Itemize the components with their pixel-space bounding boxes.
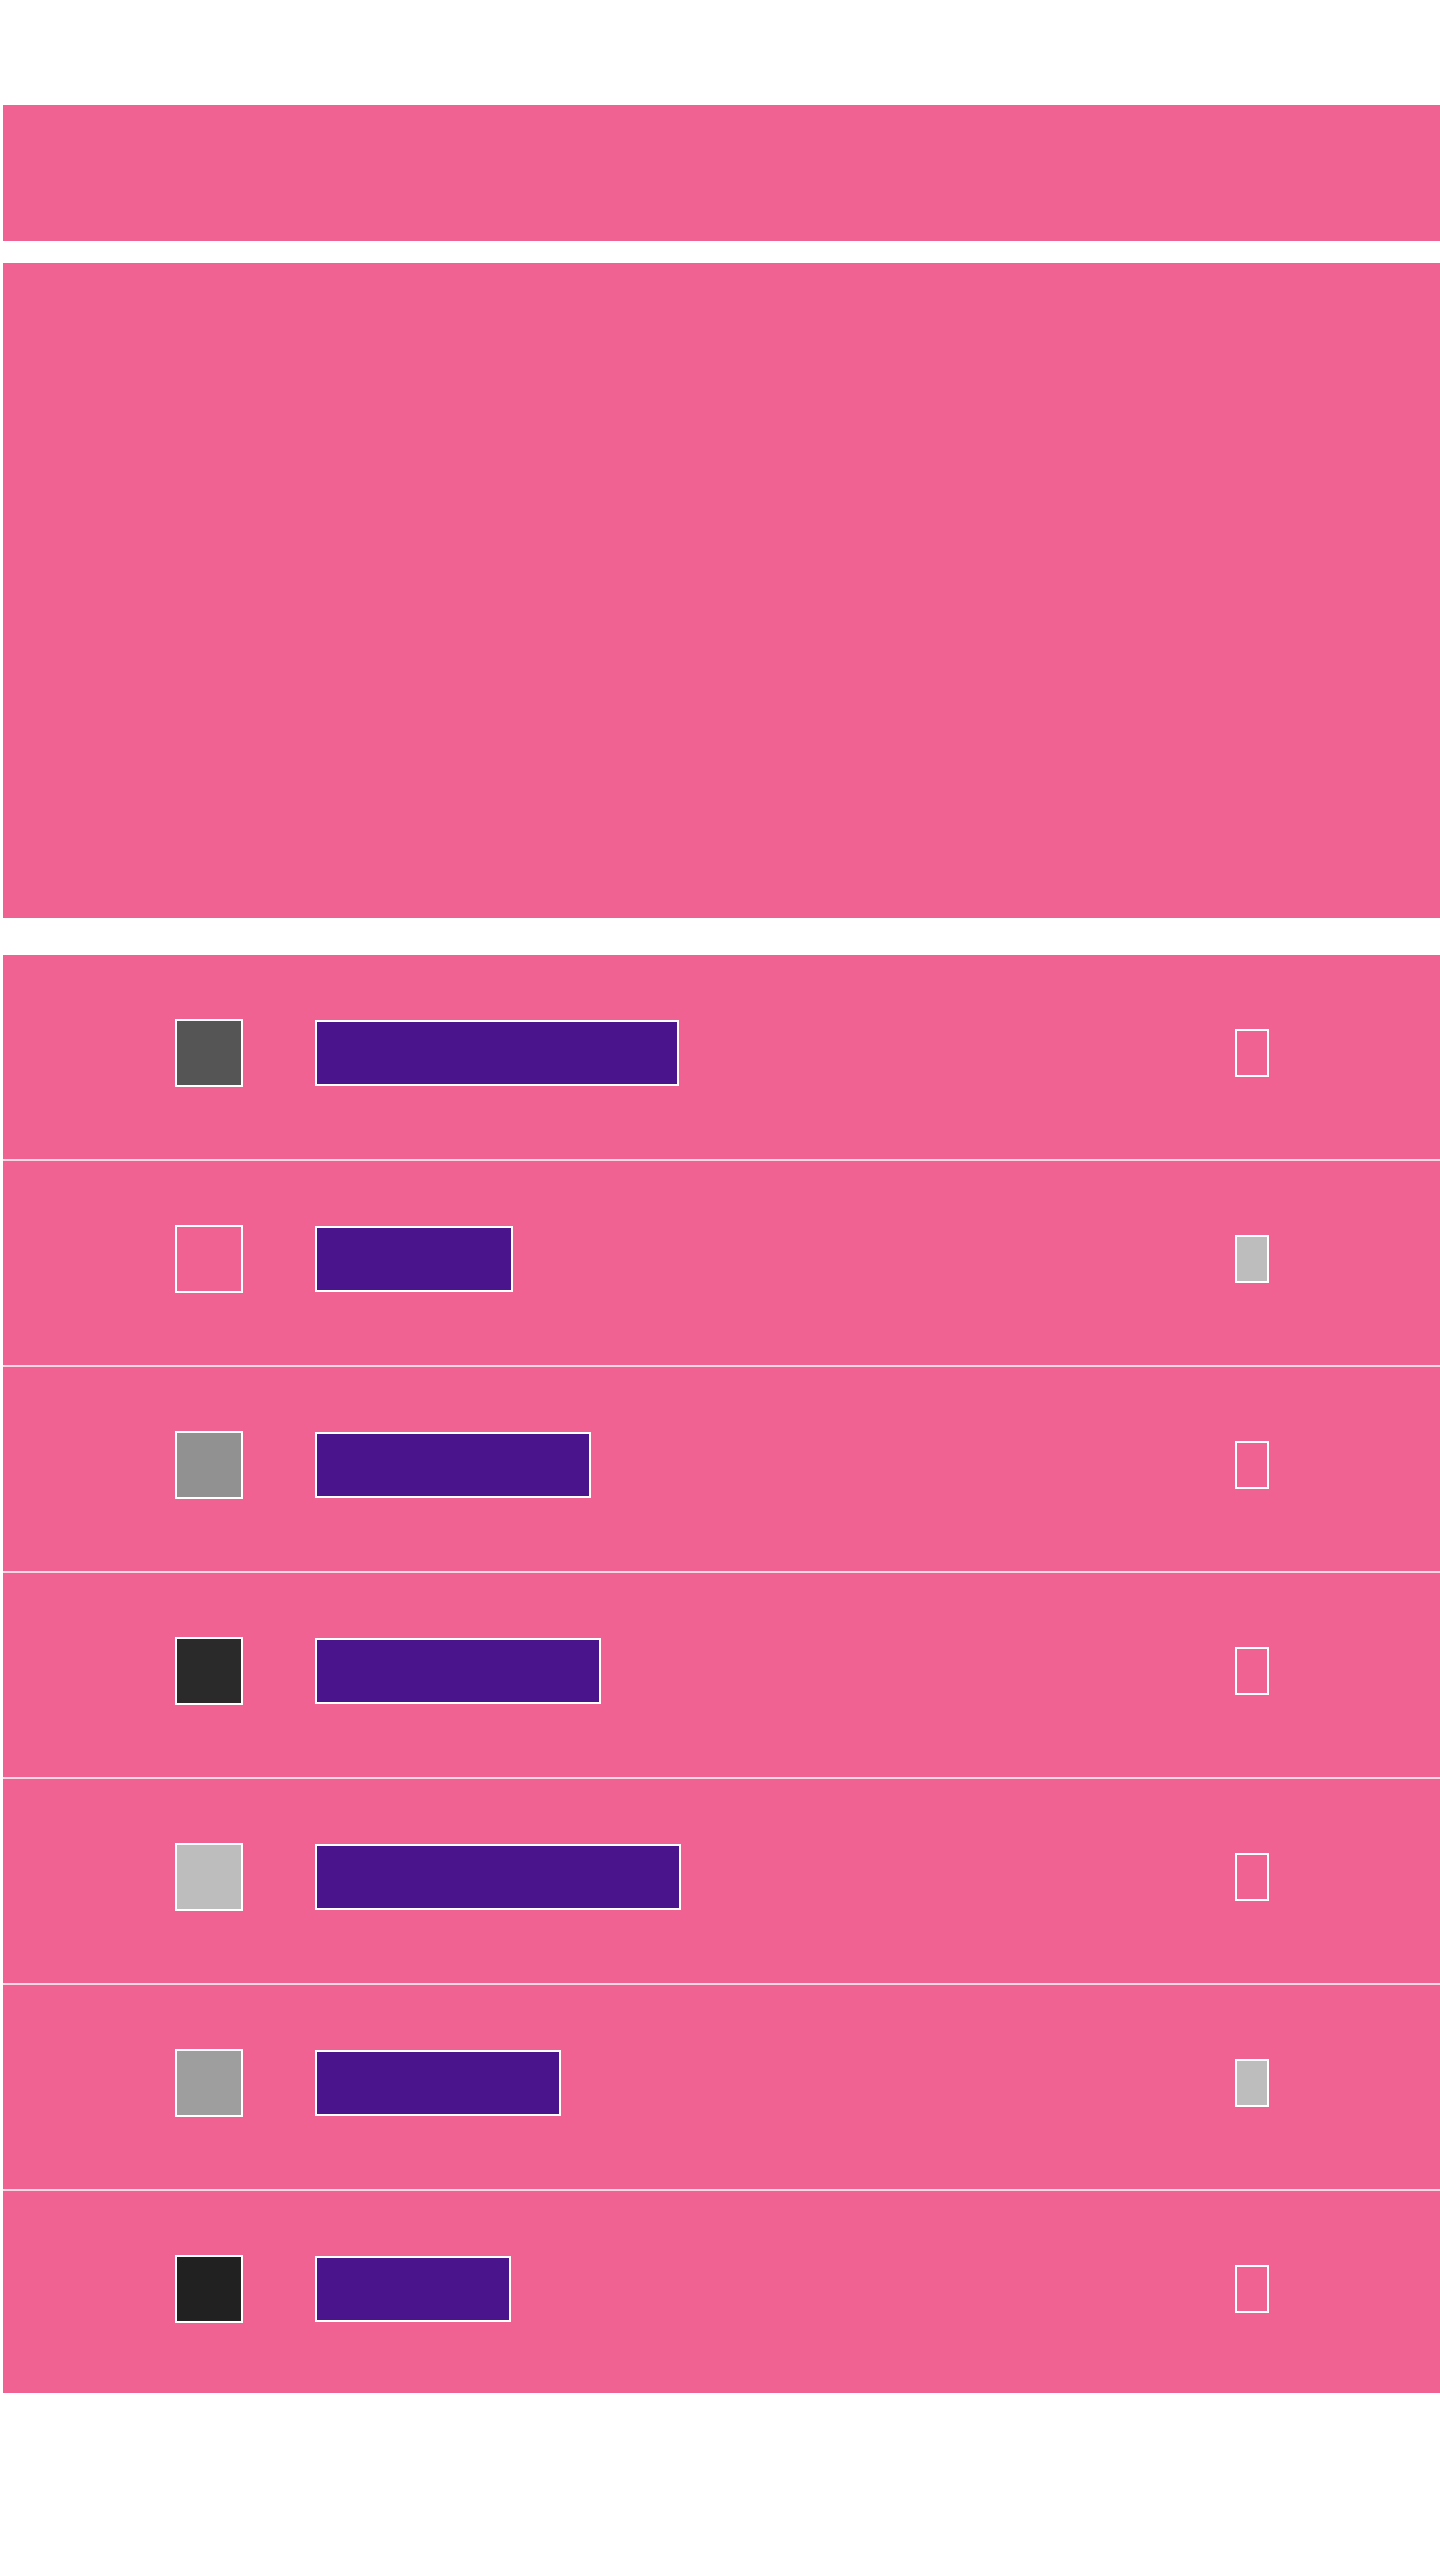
color-swatch xyxy=(175,1019,243,1087)
item-label xyxy=(315,1844,681,1910)
item-checkbox[interactable] xyxy=(1235,1647,1269,1695)
item-checkbox[interactable] xyxy=(1235,2265,1269,2313)
color-swatch xyxy=(175,1431,243,1499)
item-label xyxy=(315,2256,511,2322)
item-label xyxy=(315,1226,513,1292)
color-list xyxy=(3,955,1440,2393)
list-item[interactable] xyxy=(3,1777,1440,1983)
item-checkbox[interactable] xyxy=(1235,1235,1269,1283)
hero-banner xyxy=(3,263,1440,918)
color-swatch xyxy=(175,1843,243,1911)
color-swatch xyxy=(175,2255,243,2323)
item-checkbox[interactable] xyxy=(1235,1853,1269,1901)
item-checkbox[interactable] xyxy=(1235,1029,1269,1077)
item-label xyxy=(315,2050,561,2116)
list-item[interactable] xyxy=(3,1571,1440,1777)
app-bar xyxy=(3,105,1440,241)
color-swatch xyxy=(175,1637,243,1705)
color-swatch xyxy=(175,2049,243,2117)
list-item[interactable] xyxy=(3,1159,1440,1365)
list-item[interactable] xyxy=(3,1983,1440,2189)
list-item[interactable] xyxy=(3,2189,1440,2395)
item-checkbox[interactable] xyxy=(1235,2059,1269,2107)
item-label xyxy=(315,1432,591,1498)
item-label xyxy=(315,1638,601,1704)
list-item[interactable] xyxy=(3,955,1440,1159)
item-checkbox[interactable] xyxy=(1235,1441,1269,1489)
item-label xyxy=(315,1020,679,1086)
list-item[interactable] xyxy=(3,1365,1440,1571)
color-swatch xyxy=(175,1225,243,1293)
